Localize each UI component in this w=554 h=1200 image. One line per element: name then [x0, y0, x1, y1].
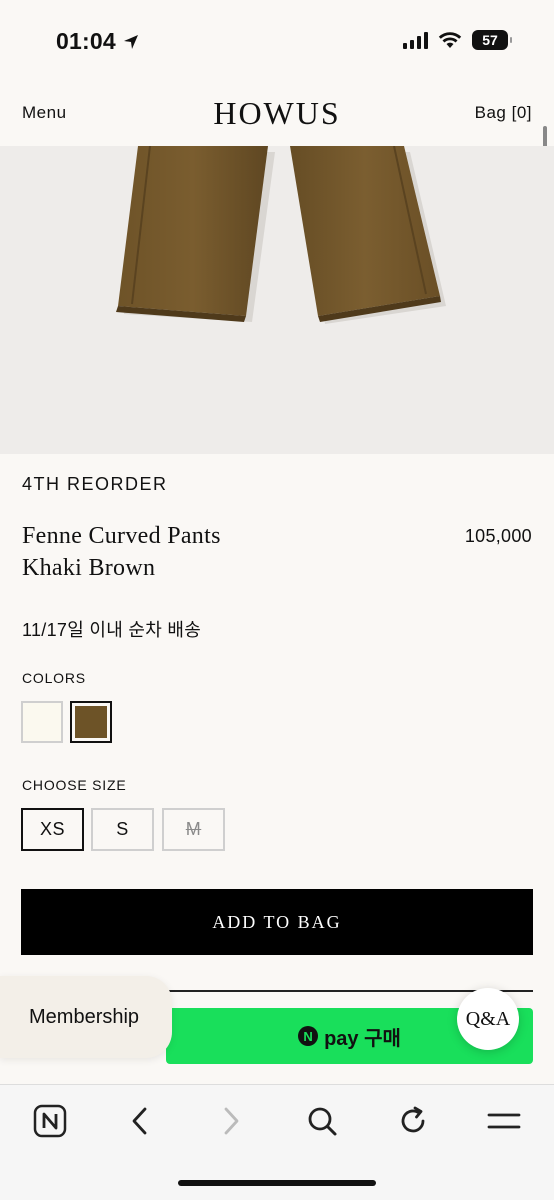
- pants-illustration: [116, 146, 446, 324]
- reorder-tag: 4TH REORDER: [22, 474, 168, 494]
- add-to-bag-button[interactable]: ADD TO BAG: [21, 889, 533, 955]
- refresh-icon[interactable]: [391, 1099, 435, 1143]
- battery-icon: 57: [472, 30, 512, 50]
- clock: 01:04: [56, 28, 116, 54]
- brand-logo[interactable]: HOWUS: [0, 95, 554, 132]
- forward-icon[interactable]: [209, 1099, 253, 1143]
- npay-label: pay 구매: [324, 1027, 401, 1050]
- search-icon[interactable]: [300, 1099, 344, 1143]
- npay-logo-icon: N: [298, 1026, 319, 1046]
- location-arrow-icon: [123, 34, 138, 49]
- home-indicator[interactable]: [178, 1180, 376, 1186]
- wifi-icon: [438, 32, 462, 48]
- qa-button[interactable]: Q&A: [457, 988, 519, 1050]
- product-color-name: Khaki Brown: [22, 555, 156, 581]
- status-bar: 01:04 57: [0, 0, 554, 80]
- status-icons: 57: [403, 30, 512, 50]
- colors-label: COLORS: [22, 670, 86, 686]
- size-option-m-soldout[interactable]: M: [162, 808, 225, 851]
- menu-icon[interactable]: [482, 1099, 526, 1143]
- menu-link[interactable]: Menu: [22, 103, 67, 123]
- size-label: CHOOSE SIZE: [22, 777, 127, 793]
- product-image[interactable]: [0, 146, 554, 454]
- site-header: Menu HOWUS Bag [0]: [0, 80, 554, 146]
- product-title: Fenne Curved Pants Khaki Brown: [22, 520, 221, 584]
- size-option-s[interactable]: S: [91, 808, 154, 851]
- product-price: 105,000: [464, 526, 532, 546]
- shipping-note: 11/17일 이내 순차 배송: [22, 620, 202, 640]
- cellular-signal-icon: [403, 31, 428, 49]
- membership-button[interactable]: Membership: [0, 976, 172, 1058]
- status-time: 01:04: [56, 28, 140, 55]
- back-icon[interactable]: [118, 1099, 162, 1143]
- color-swatch-cream[interactable]: [21, 701, 63, 743]
- bag-link[interactable]: Bag [0]: [475, 103, 532, 123]
- size-xs-label: XS: [39, 819, 65, 839]
- size-s-label: S: [116, 819, 129, 839]
- naver-icon[interactable]: [28, 1099, 72, 1143]
- color-swatch-khaki-brown[interactable]: [70, 701, 112, 743]
- size-option-xs[interactable]: XS: [21, 808, 84, 851]
- size-m-label: M: [185, 819, 202, 839]
- product-name: Fenne Curved Pants: [22, 523, 221, 549]
